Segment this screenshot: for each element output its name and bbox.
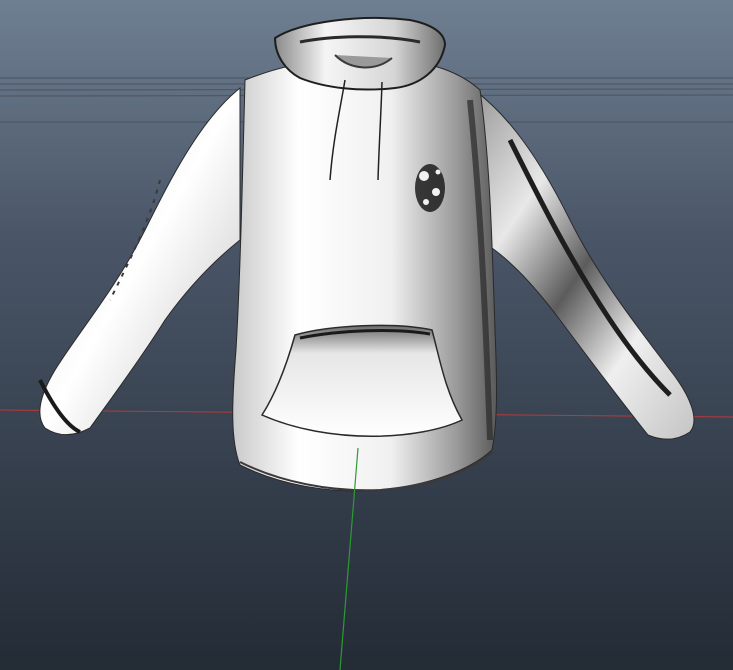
hood	[273, 17, 447, 91]
3d-viewport[interactable]	[0, 0, 733, 670]
floral-emblem-print	[415, 164, 445, 212]
viewport-canvas	[0, 0, 733, 670]
